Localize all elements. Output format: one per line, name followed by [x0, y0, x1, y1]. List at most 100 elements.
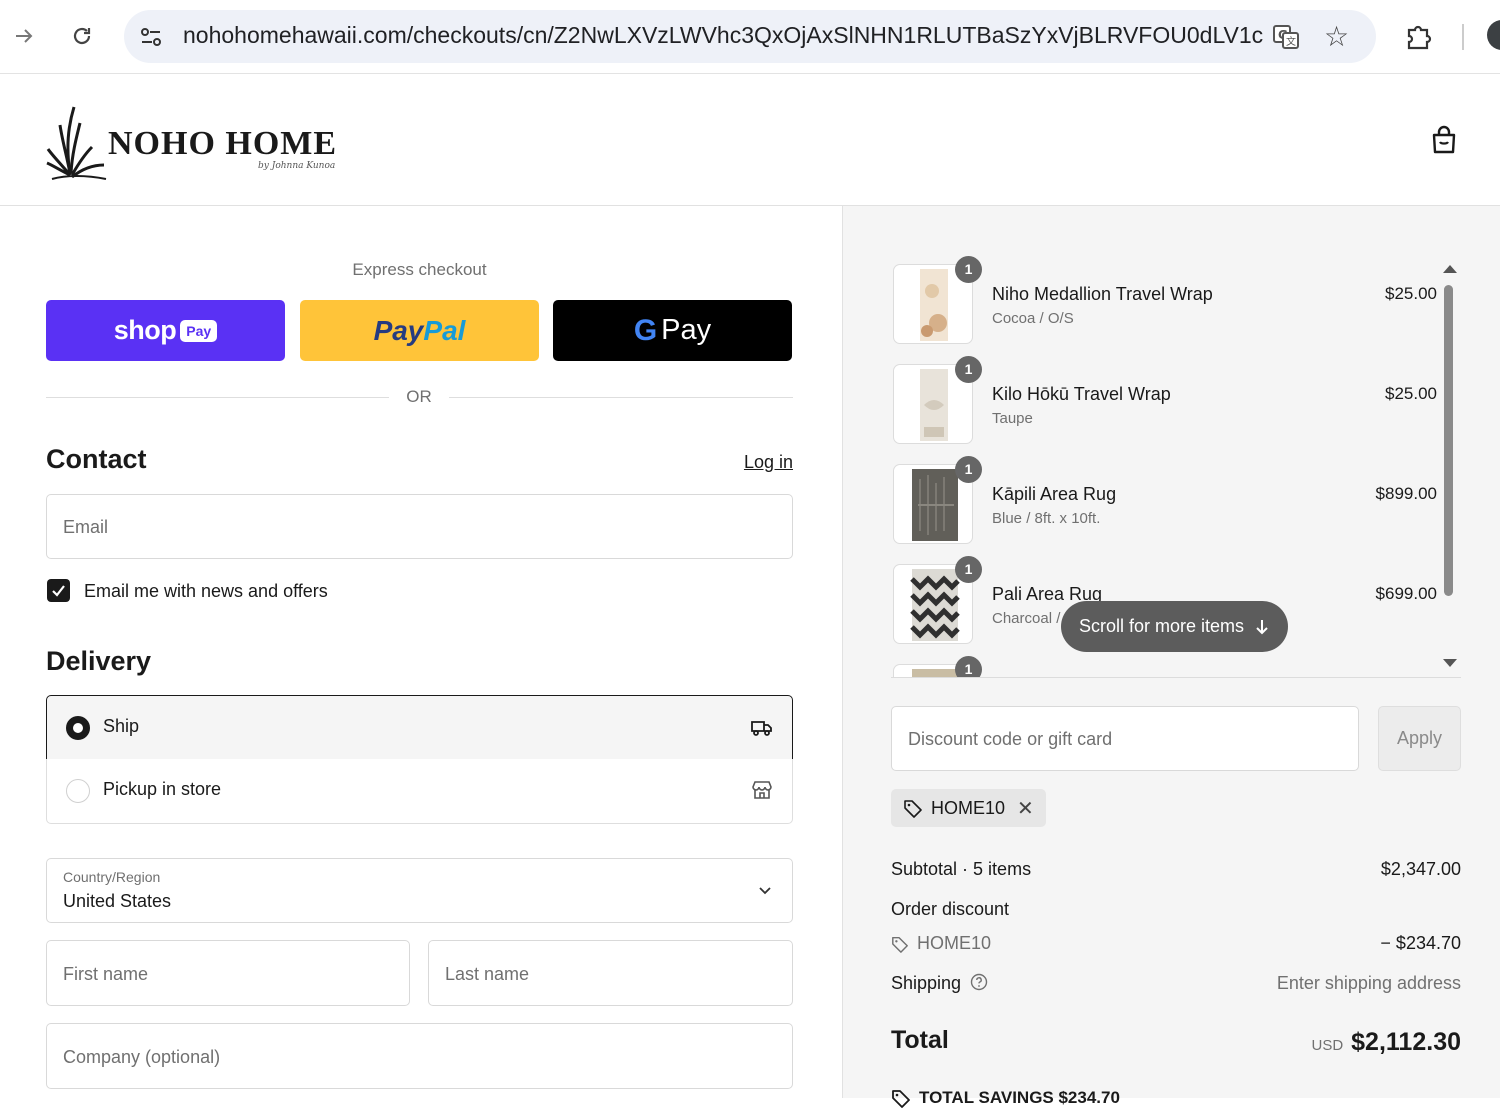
first-name-field[interactable]: First name — [46, 940, 410, 1006]
subtotal-row: Subtotal · 5 items $2,347.00 — [891, 859, 1461, 880]
tag-icon — [904, 800, 922, 818]
shopping-bag-icon[interactable] — [1430, 125, 1458, 155]
shop-pay-button[interactable]: shop Pay — [46, 300, 285, 361]
paypal-logo-part1: Pay — [373, 314, 424, 346]
quantity-badge: 1 — [955, 656, 982, 678]
order-discount-label: Order discount — [891, 899, 1010, 919]
truck-icon — [751, 721, 772, 736]
ship-option[interactable]: Ship — [46, 695, 793, 760]
total-label: Total — [891, 1026, 949, 1054]
ship-radio[interactable] — [66, 716, 90, 740]
paypal-button[interactable]: Pay Pal — [300, 300, 539, 361]
email-placeholder: Email — [63, 517, 109, 537]
news-offers-label[interactable]: Email me with news and offers — [84, 581, 328, 602]
remove-code-close-icon[interactable]: ✕ — [1017, 796, 1034, 821]
express-checkout-label: Express checkout — [352, 260, 487, 279]
arrow-down-icon — [1256, 619, 1268, 634]
quantity-badge: 1 — [955, 256, 982, 283]
quantity-badge: 1 — [955, 456, 982, 483]
item-name: Niho Medallion Travel Wrap — [992, 284, 1213, 304]
country-select[interactable]: Country/Region United States — [46, 858, 793, 923]
help-circle-icon[interactable] — [970, 973, 988, 991]
applied-code-text: HOME10 — [931, 797, 1006, 818]
total-row: Total USD $2,112.30 — [891, 1026, 1461, 1056]
quantity-badge: 1 — [955, 556, 982, 583]
url-text[interactable]: nohohomehawaii.com/checkouts/cn/Z2NwLXVz… — [183, 22, 1263, 49]
google-pay-button[interactable]: G Pay — [553, 300, 792, 361]
toolbar-divider — [1462, 24, 1464, 50]
applied-code-chip: HOME10 ✕ — [891, 789, 1046, 827]
item-price: $699.00 — [1375, 584, 1437, 603]
item-name: Kāpili Area Rug — [992, 484, 1117, 504]
scrollbar-thumb[interactable] — [1444, 285, 1453, 596]
or-divider: OR — [46, 386, 793, 408]
discount-value: − $234.70 — [1380, 933, 1461, 953]
discount-code-row: HOME10 − $234.70 — [891, 933, 1461, 954]
browser-toolbar: nohohomehawaii.com/checkouts/cn/Z2NwLXVz… — [0, 0, 1500, 74]
first-name-placeholder: First name — [63, 964, 149, 984]
order-summary: 1 Niho Medallion Travel Wrap Cocoa / O/S… — [842, 206, 1500, 1108]
profile-avatar[interactable] — [1487, 20, 1500, 50]
line-item: 1 Kilo Hōkū Travel Wrap Taupe $25.00 — [891, 348, 1451, 444]
discount-code-input[interactable]: Discount code or gift card — [891, 706, 1359, 771]
site-settings-icon[interactable] — [138, 24, 164, 50]
log-in-link[interactable]: Log in — [690, 452, 793, 473]
tag-icon — [892, 1090, 910, 1108]
shipping-row: Shipping Enter shipping address — [891, 973, 1461, 994]
last-name-placeholder: Last name — [445, 964, 530, 984]
shop-pay-badge: Pay — [180, 319, 218, 342]
logo-signature: by Johnna Kunoa — [258, 161, 336, 171]
pickup-option[interactable]: Pickup in store — [46, 759, 793, 824]
tag-icon — [892, 936, 908, 953]
store-icon — [752, 781, 772, 799]
item-variant: Charcoal / — [992, 610, 1061, 627]
line-item: 1 Niho Medallion Travel Wrap Cocoa / O/S… — [891, 248, 1451, 344]
store-logo[interactable]: NOHO HOME by Johnna Kunoa — [46, 103, 336, 183]
store-header: NOHO HOME by Johnna Kunoa — [0, 75, 1500, 206]
scroll-for-more-button[interactable]: Scroll for more items — [1061, 601, 1289, 652]
or-text: OR — [406, 387, 432, 406]
discount-placeholder: Discount code or gift card — [908, 729, 1113, 749]
address-bar[interactable]: nohohomehawaii.com/checkouts/cn/Z2NwLXVz… — [124, 10, 1376, 63]
translate-icon[interactable]: G 文 — [1271, 22, 1301, 52]
subtotal-label: Subtotal · 5 items — [891, 859, 1032, 879]
scroll-up-arrow-icon[interactable] — [1443, 265, 1457, 273]
item-price: $25.00 — [1385, 284, 1437, 303]
line-item: 1 Kāpili Area Rug Blue / 8ft. x 10ft. $8… — [891, 448, 1451, 544]
delivery-heading: Delivery — [46, 646, 152, 676]
items-divider — [891, 677, 1461, 678]
checkmark-icon — [52, 585, 65, 597]
shop-pay-word: shop — [113, 315, 177, 345]
google-g-icon: G — [633, 313, 658, 347]
total-currency: USD — [1311, 1037, 1344, 1054]
news-offers-checkbox[interactable] — [47, 579, 70, 602]
pickup-label: Pickup in store — [103, 779, 222, 799]
scroll-down-arrow-icon[interactable] — [1443, 659, 1457, 667]
reload-icon[interactable] — [64, 18, 100, 54]
apply-discount-button[interactable]: Apply — [1378, 706, 1461, 771]
last-name-field[interactable]: Last name — [428, 940, 793, 1006]
google-pay-word: Pay — [661, 314, 712, 346]
pickup-radio[interactable] — [66, 779, 90, 803]
items-scrollbar[interactable] — [1441, 261, 1457, 671]
bookmark-star-icon[interactable]: ☆ — [1324, 20, 1349, 53]
company-field[interactable]: Company (optional) — [46, 1023, 793, 1089]
company-placeholder: Company (optional) — [63, 1047, 221, 1067]
contact-heading: Contact — [46, 444, 147, 474]
discount-code-text: HOME10 — [917, 933, 992, 953]
checkout-form: Express checkout shop Pay Pay Pal G Pay O… — [0, 206, 842, 1098]
item-price: $899.00 — [1375, 484, 1437, 503]
item-name: Kilo Hōkū Travel Wrap — [992, 384, 1171, 404]
total-savings-text: TOTAL SAVINGS $234.70 — [919, 1088, 1120, 1107]
line-item: 1 — [891, 648, 1451, 678]
extensions-icon[interactable] — [1403, 20, 1435, 52]
total-amount: $2,112.30 — [1351, 1028, 1461, 1056]
shipping-value: Enter shipping address — [1276, 973, 1461, 993]
forward-icon[interactable] — [6, 18, 42, 54]
scroll-for-more-label: Scroll for more items — [1079, 616, 1245, 636]
chevron-down-icon — [759, 887, 771, 895]
country-label: Country/Region — [63, 869, 161, 885]
total-savings-row: TOTAL SAVINGS $234.70 — [891, 1088, 1120, 1108]
quantity-badge: 1 — [955, 356, 982, 383]
email-field[interactable]: Email — [46, 494, 793, 559]
